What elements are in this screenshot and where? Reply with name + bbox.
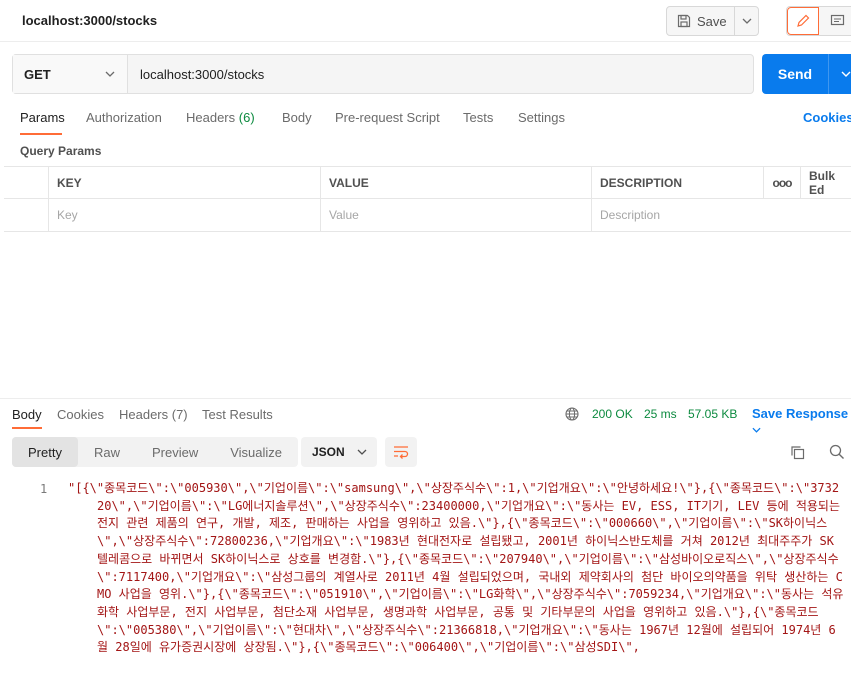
format-label: JSON <box>312 445 345 459</box>
title-bar: localhost:3000/stocks Save <box>0 0 851 42</box>
table-header-row: KEY VALUE DESCRIPTION ooo Bulk Ed <box>4 166 851 199</box>
method-label: GET <box>24 66 51 82</box>
view-visualize[interactable]: Visualize <box>214 437 298 467</box>
headers-count: (6) <box>238 110 255 125</box>
tab-headers-label: Headers <box>186 110 236 125</box>
bulk-edit-button[interactable]: Bulk Ed <box>800 167 851 198</box>
url-bar: GET <box>12 54 754 94</box>
line-number: 1 <box>40 482 48 496</box>
tab-headers[interactable]: Headers (6) <box>186 110 255 125</box>
tab-tests[interactable]: Tests <box>463 110 493 125</box>
view-raw[interactable]: Raw <box>78 437 136 467</box>
column-value: VALUE <box>320 167 591 198</box>
pencil-icon <box>797 14 810 27</box>
comment-icon <box>830 14 844 26</box>
comments-button[interactable] <box>819 7 851 35</box>
method-select[interactable]: GET <box>13 55 128 93</box>
active-response-tab-indicator <box>12 427 42 429</box>
save-response-button[interactable]: Save Response <box>752 406 851 436</box>
tab-body[interactable]: Body <box>282 110 312 125</box>
request-tabs: Params Authorization Headers (6) Body Pr… <box>0 104 851 136</box>
key-input[interactable]: Key <box>48 199 320 231</box>
wrap-lines-button[interactable] <box>385 437 417 467</box>
save-dropdown-button[interactable] <box>735 7 758 35</box>
floppy-disk-icon <box>677 14 691 28</box>
tab-settings[interactable]: Settings <box>518 110 565 125</box>
response-size[interactable]: 57.05 KB <box>688 407 737 421</box>
response-tab-headers[interactable]: Headers (7) <box>119 407 188 422</box>
response-tab-body[interactable]: Body <box>12 407 42 422</box>
tab-prerequest-script[interactable]: Pre-request Script <box>335 110 440 125</box>
copy-icon <box>790 445 804 459</box>
value-input[interactable]: Value <box>320 199 591 231</box>
table-row: Key Value Description <box>4 199 851 232</box>
wrap-lines-icon <box>394 446 409 459</box>
response-view-toggle: Pretty Raw Preview Visualize <box>12 437 299 467</box>
url-input[interactable] <box>128 55 753 93</box>
view-preview[interactable]: Preview <box>136 437 214 467</box>
chevron-down-icon <box>357 449 367 455</box>
response-tabs: Body Cookies Headers (7) Test Results 20… <box>0 398 851 433</box>
view-pretty[interactable]: Pretty <box>12 437 78 467</box>
save-button[interactable]: Save <box>667 7 735 35</box>
search-button[interactable] <box>826 441 848 463</box>
response-body-text[interactable]: "[{\"종목코드\":\"005930\",\"기업이름\":\"samsun… <box>68 480 844 657</box>
chevron-down-icon <box>105 71 115 77</box>
more-options-button[interactable]: ooo <box>763 167 800 198</box>
active-tab-indicator <box>20 133 62 135</box>
status-code[interactable]: 200 OK <box>592 407 633 421</box>
send-button-group: Send <box>762 54 851 94</box>
chevron-down-icon <box>841 71 850 77</box>
response-body[interactable]: 1 "[{\"종목코드\":\"005930\",\"기업이름\":\"sams… <box>0 478 851 690</box>
response-tab-cookies[interactable]: Cookies <box>57 407 104 422</box>
save-button-group: Save <box>666 6 759 36</box>
tab-params[interactable]: Params <box>20 110 65 125</box>
response-tab-test-results[interactable]: Test Results <box>202 407 273 422</box>
cookies-link[interactable]: Cookies <box>803 110 851 125</box>
view-mode-group <box>786 6 851 36</box>
save-response-label: Save Response <box>752 406 849 421</box>
format-select[interactable]: JSON <box>301 437 377 467</box>
response-time[interactable]: 25 ms <box>644 407 677 421</box>
query-params-table: KEY VALUE DESCRIPTION ooo Bulk Ed Key Va… <box>4 166 851 232</box>
save-label: Save <box>697 13 727 29</box>
chevron-down-icon <box>752 427 761 433</box>
description-input[interactable]: Description <box>591 199 851 231</box>
request-name[interactable]: localhost:3000/stocks <box>22 13 157 28</box>
column-description: DESCRIPTION <box>591 167 763 198</box>
copy-button[interactable] <box>786 441 808 463</box>
query-params-title: Query Params <box>20 144 102 158</box>
send-dropdown-button[interactable] <box>829 54 851 94</box>
chevron-down-icon <box>742 18 751 24</box>
edit-mode-button[interactable] <box>787 7 819 35</box>
search-icon <box>829 444 844 459</box>
send-button[interactable]: Send <box>762 54 829 94</box>
tab-authorization[interactable]: Authorization <box>86 110 162 125</box>
column-key: KEY <box>48 167 320 198</box>
globe-icon[interactable] <box>565 407 579 421</box>
